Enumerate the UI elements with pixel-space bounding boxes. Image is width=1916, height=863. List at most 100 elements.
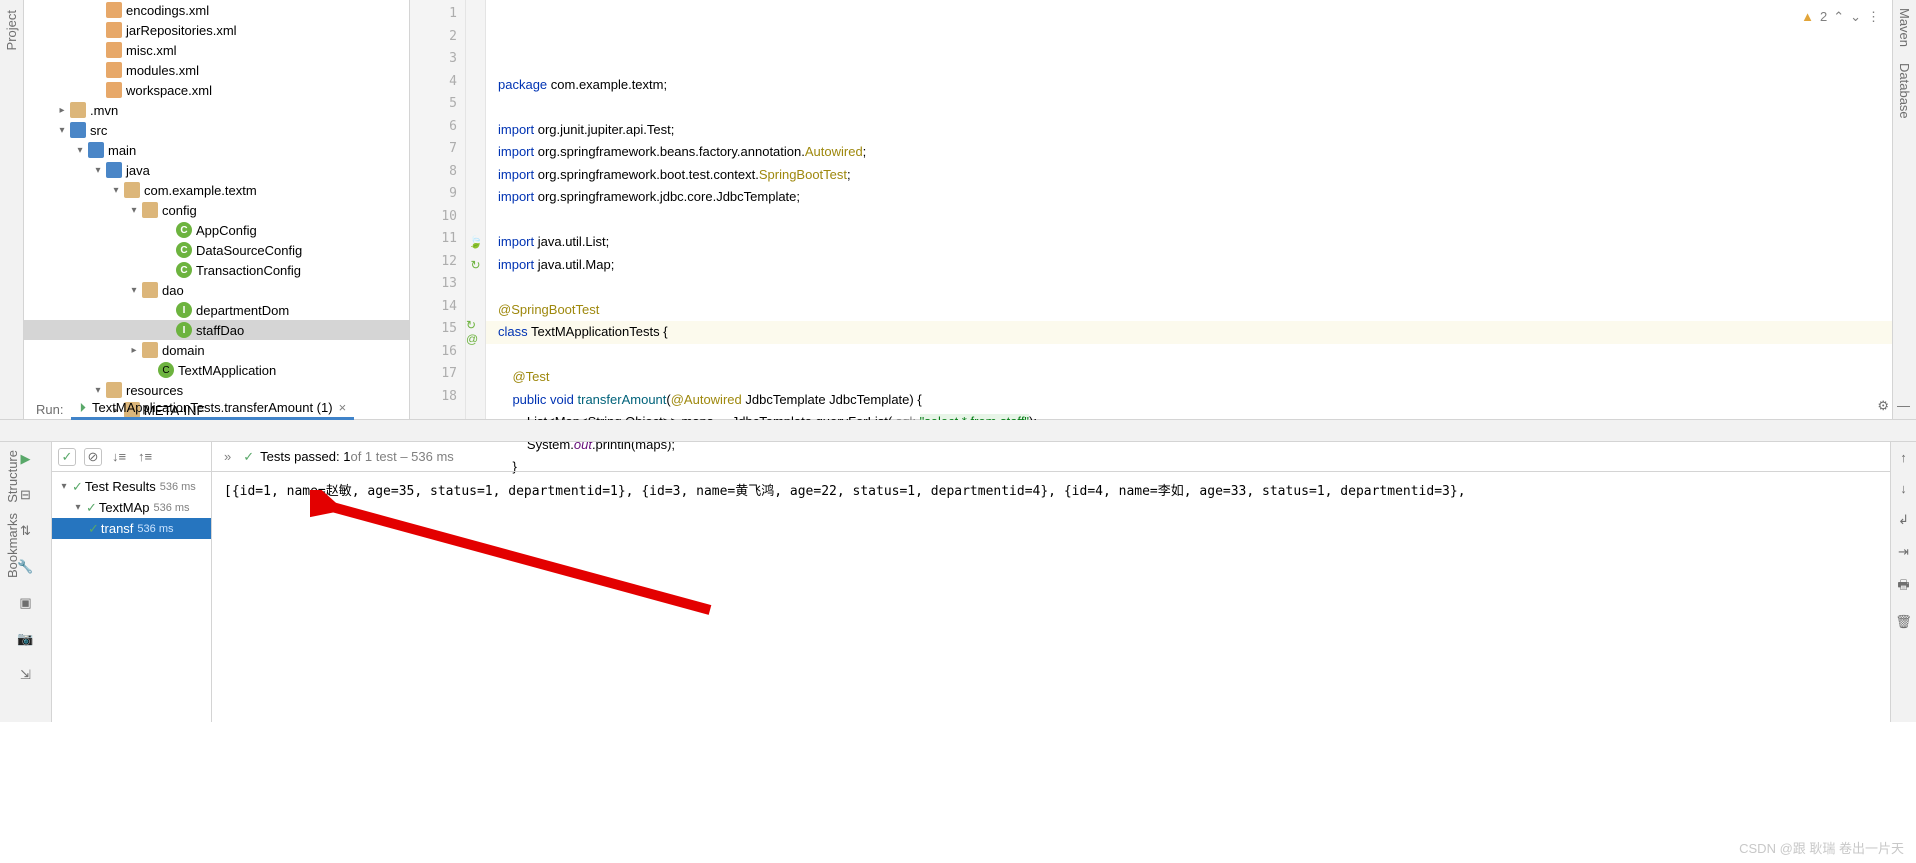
- soft-wrap-icon[interactable]: ↲: [1898, 512, 1909, 528]
- rail-structure-label[interactable]: Structure: [5, 450, 20, 503]
- tree-item[interactable]: main: [24, 140, 409, 160]
- tree-item-label: src: [90, 123, 107, 138]
- tree-item[interactable]: CDataSourceConfig: [24, 240, 409, 260]
- tree-item[interactable]: jarRepositories.xml: [24, 20, 409, 40]
- test-row[interactable]: ✓Test Results 536 ms: [52, 476, 211, 497]
- tree-item-label: com.example.textm: [144, 183, 257, 198]
- project-tree[interactable]: encodings.xml jarRepositories.xmlmisc.xml…: [24, 0, 410, 419]
- fld-b-icon: [88, 142, 104, 158]
- run-tab-title: TextMApplicationTests.transferAmount (1): [92, 400, 333, 415]
- test-tree-panel[interactable]: ✓ ⊘ ↓≡ ↑≡ ✓Test Results536 ms✓TextMAp536…: [52, 442, 212, 722]
- filter-ignore-icon[interactable]: ⊘: [84, 448, 102, 466]
- test-output-panel[interactable]: » ✓ Tests passed: 1 of 1 test – 536 ms […: [212, 442, 1890, 722]
- chevron-icon[interactable]: [54, 102, 70, 118]
- inspection-summary[interactable]: ▲ 2 ⌃ ⌄ ⋮: [1801, 6, 1880, 29]
- chevron-icon[interactable]: [126, 342, 142, 358]
- chevron-icon[interactable]: [126, 282, 142, 298]
- print-icon[interactable]: 🖶: [1897, 576, 1909, 598]
- test-row[interactable]: ✓TextMAp536 ms: [52, 497, 211, 518]
- chevron-icon[interactable]: [70, 500, 86, 516]
- tests-passed-suffix: of 1 test – 536 ms: [350, 449, 453, 464]
- chevron-icon[interactable]: [72, 142, 88, 158]
- chevron-icon[interactable]: [90, 382, 106, 398]
- test-row[interactable]: ✓transf536 ms: [52, 518, 211, 539]
- leaf-icon: C: [158, 362, 174, 378]
- rail-maven-label[interactable]: Maven: [1893, 0, 1916, 55]
- chevron-icon[interactable]: [126, 202, 142, 218]
- run-tab[interactable]: ⏵ TextMApplicationTests.transferAmount (…: [71, 398, 354, 420]
- minimize-icon[interactable]: —: [1897, 398, 1910, 414]
- tree-item-label: workspace.xml: [126, 83, 212, 98]
- check-icon: ✓: [86, 500, 97, 516]
- tree-item-label: encodings.xml: [126, 3, 209, 18]
- chevron-down-icon[interactable]: ⌄: [1850, 6, 1861, 29]
- tree-item[interactable]: modules.xml: [24, 60, 409, 80]
- tree-item[interactable]: resources: [24, 380, 409, 400]
- tree-item[interactable]: com.example.textm: [24, 180, 409, 200]
- warning-icon: ▲: [1801, 6, 1814, 29]
- settings-icon[interactable]: ⚙: [1877, 398, 1889, 414]
- tree-item[interactable]: misc.xml: [24, 40, 409, 60]
- chevron-icon[interactable]: [108, 182, 124, 198]
- code-editor[interactable]: 123456789101112131415161718 🍃↻↻ @ ▲ 2 ⌃ …: [410, 0, 1892, 419]
- tree-item[interactable]: src: [24, 120, 409, 140]
- tree-item[interactable]: .mvn: [24, 100, 409, 120]
- chevron-icon[interactable]: [56, 479, 72, 495]
- more-icon[interactable]: ⋮: [1867, 6, 1880, 29]
- code-area[interactable]: ▲ 2 ⌃ ⌄ ⋮ package com.example.textm; imp…: [486, 0, 1892, 419]
- tree-item-label: staffDao: [196, 323, 244, 338]
- cls-icon: C: [176, 262, 192, 278]
- tree-item[interactable]: IstaffDao: [24, 320, 409, 340]
- filter-pass-icon[interactable]: ✓: [58, 448, 76, 466]
- tree-item[interactable]: workspace.xml: [24, 80, 409, 100]
- tree-item[interactable]: dao: [24, 280, 409, 300]
- tree-item-label: main: [108, 143, 136, 158]
- fld-icon: [124, 182, 140, 198]
- close-icon[interactable]: ×: [339, 400, 347, 415]
- up-icon[interactable]: ↑: [1900, 450, 1907, 465]
- test-label: TextMAp: [99, 500, 150, 515]
- pin-icon[interactable]: ▣: [15, 592, 37, 614]
- check-icon: ✓: [72, 479, 83, 495]
- test-duration: 536 ms: [160, 481, 196, 493]
- down-icon[interactable]: ↓: [1900, 481, 1907, 496]
- chevron-up-icon[interactable]: ⌃: [1833, 6, 1844, 29]
- editor-gutter-numbers: 123456789101112131415161718: [410, 0, 466, 419]
- run-panel: ▶ ⊟ ⇅ 🔧 ▣ 📷 ⇲ ✓ ⊘ ↓≡ ↑≡ ✓Test Results536…: [0, 442, 1916, 722]
- rail-database-label[interactable]: Database: [1893, 55, 1916, 127]
- chevron-icon[interactable]: [54, 122, 70, 138]
- fld-icon: [142, 202, 158, 218]
- test-label: Test Results: [85, 479, 156, 494]
- tree-item[interactable]: CAppConfig: [24, 220, 409, 240]
- chevron-icon[interactable]: [90, 162, 106, 178]
- tree-item[interactable]: java: [24, 160, 409, 180]
- history-icon[interactable]: »: [224, 449, 231, 464]
- scroll-end-icon[interactable]: ⇥: [1898, 544, 1909, 560]
- rail-project-label[interactable]: Project: [4, 10, 19, 50]
- tree-item[interactable]: config: [24, 200, 409, 220]
- tree-item[interactable]: IdepartmentDom: [24, 300, 409, 320]
- tree-item[interactable]: domain: [24, 340, 409, 360]
- export-icon[interactable]: ⇲: [15, 664, 37, 686]
- editor-gutter-icons: 🍃↻↻ @: [466, 0, 486, 419]
- tree-item-label: .mvn: [90, 103, 118, 118]
- camera-icon[interactable]: 📷: [15, 628, 37, 650]
- int-icon: I: [176, 322, 192, 338]
- fld-b-icon: [70, 122, 86, 138]
- console-output[interactable]: [{id=1, name=赵敏, age=35, status=1, depar…: [212, 472, 1890, 507]
- fld-icon: [70, 102, 86, 118]
- trash-icon[interactable]: 🗑: [1895, 614, 1912, 630]
- sort2-icon[interactable]: ↑≡: [136, 448, 154, 466]
- xml-icon: [106, 22, 122, 38]
- fld-icon: [142, 282, 158, 298]
- tree-item[interactable]: encodings.xml: [24, 0, 409, 20]
- tree-item-label: departmentDom: [196, 303, 289, 318]
- rail-bookmarks-label[interactable]: Bookmarks: [5, 513, 20, 578]
- sort-icon[interactable]: ↓≡: [110, 448, 128, 466]
- tree-item[interactable]: C TransactionConfig: [24, 260, 409, 280]
- check-icon: ✓: [243, 449, 254, 465]
- tree-item[interactable]: C TextMApplication: [24, 360, 409, 380]
- tree-item-label: TransactionConfig: [196, 263, 301, 278]
- right-tool-rail: Maven Database: [1892, 0, 1916, 419]
- tree-item-label: TextMApplication: [178, 363, 276, 378]
